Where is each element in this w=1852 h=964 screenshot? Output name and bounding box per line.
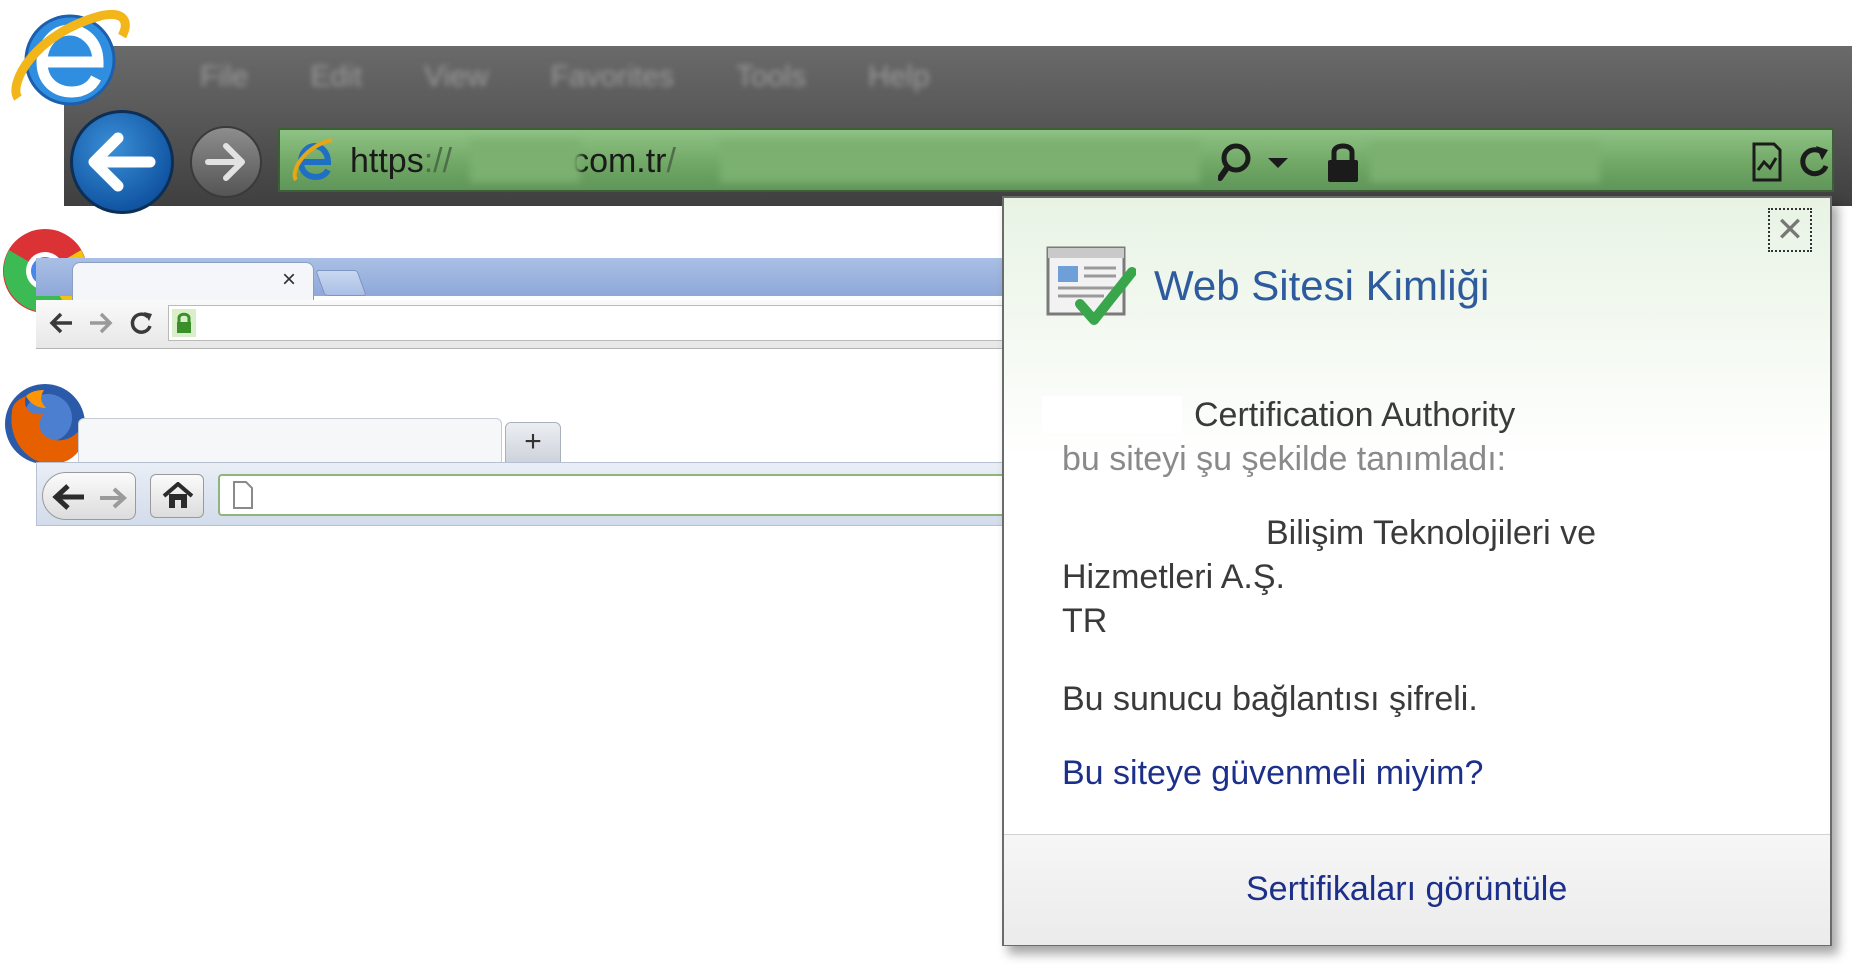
- organization-line-2: Hizmetleri A.Ş.: [1062, 558, 1285, 596]
- internet-explorer-logo-icon: [11, 10, 130, 106]
- page-icon: [233, 481, 253, 509]
- url-redacted-domain: [470, 140, 580, 182]
- ie-page-icon: [292, 138, 333, 182]
- url-scheme: https: [350, 142, 424, 180]
- lock-icon[interactable]: [1326, 140, 1360, 184]
- url-tld: com.tr: [572, 142, 667, 180]
- organization-line-1: Bilişim Teknolojileri ve: [1266, 514, 1597, 552]
- chrome-back-icon[interactable]: [48, 310, 76, 336]
- chrome-tab[interactable]: [72, 262, 314, 303]
- chrome-reload-icon[interactable]: [126, 308, 156, 338]
- identified-as-label: bu siteyi şu şekilde tanımladı:: [1062, 440, 1507, 478]
- home-icon: [162, 482, 194, 508]
- chrome-new-tab-button[interactable]: [315, 270, 367, 296]
- back-arrow-icon: [88, 132, 156, 192]
- chrome-lock-icon[interactable]: [172, 309, 196, 337]
- refresh-icon[interactable]: [1796, 140, 1832, 184]
- forward-arrow-icon: [205, 143, 245, 181]
- menu-help[interactable]: Help: [868, 60, 930, 94]
- organization-country: TR: [1062, 602, 1108, 640]
- search-icon[interactable]: [1218, 140, 1288, 184]
- menu-view[interactable]: View: [424, 60, 488, 94]
- ie-menu-bar: File Edit View Favorites Tools Help: [200, 60, 930, 94]
- view-certificates-link[interactable]: Sertifikaları görüntüle: [1246, 870, 1567, 909]
- close-icon[interactable]: ✕: [1768, 208, 1812, 252]
- encryption-status: Bu sunucu bağlantısı şifreli.: [1062, 680, 1478, 718]
- firefox-back-icon[interactable]: [52, 482, 88, 512]
- chrome-tab-close-icon[interactable]: ×: [282, 266, 296, 294]
- firefox-tab[interactable]: [78, 418, 502, 463]
- firefox-new-tab-button[interactable]: +: [505, 422, 561, 464]
- trust-site-link[interactable]: Bu siteye güvenmeli miyim?: [1062, 754, 1483, 793]
- chrome-omnibox[interactable]: [168, 305, 1006, 341]
- menu-edit[interactable]: Edit: [310, 60, 362, 94]
- compatibility-view-icon[interactable]: [1750, 140, 1784, 184]
- organization-redacted: [1044, 512, 1244, 552]
- firefox-logo-icon: [5, 384, 87, 464]
- issuer-name: Certification Authority: [1194, 396, 1516, 434]
- firefox-forward-icon[interactable]: [98, 486, 128, 510]
- verified-certificate-icon: [1046, 246, 1136, 325]
- chrome-forward-icon[interactable]: [86, 310, 114, 336]
- url-redacted-path: [720, 140, 1200, 182]
- url-separator: ://: [423, 142, 453, 180]
- certificate-owner-redacted: [1370, 142, 1600, 182]
- menu-file[interactable]: File: [200, 60, 248, 94]
- firefox-url-bar[interactable]: [218, 474, 1006, 516]
- issuer-redacted: [1042, 396, 1182, 434]
- popup-title: Web Sitesi Kimliği: [1154, 262, 1490, 309]
- url-slash: /: [666, 142, 676, 180]
- menu-favorites[interactable]: Favorites: [551, 60, 674, 94]
- menu-tools[interactable]: Tools: [736, 60, 806, 94]
